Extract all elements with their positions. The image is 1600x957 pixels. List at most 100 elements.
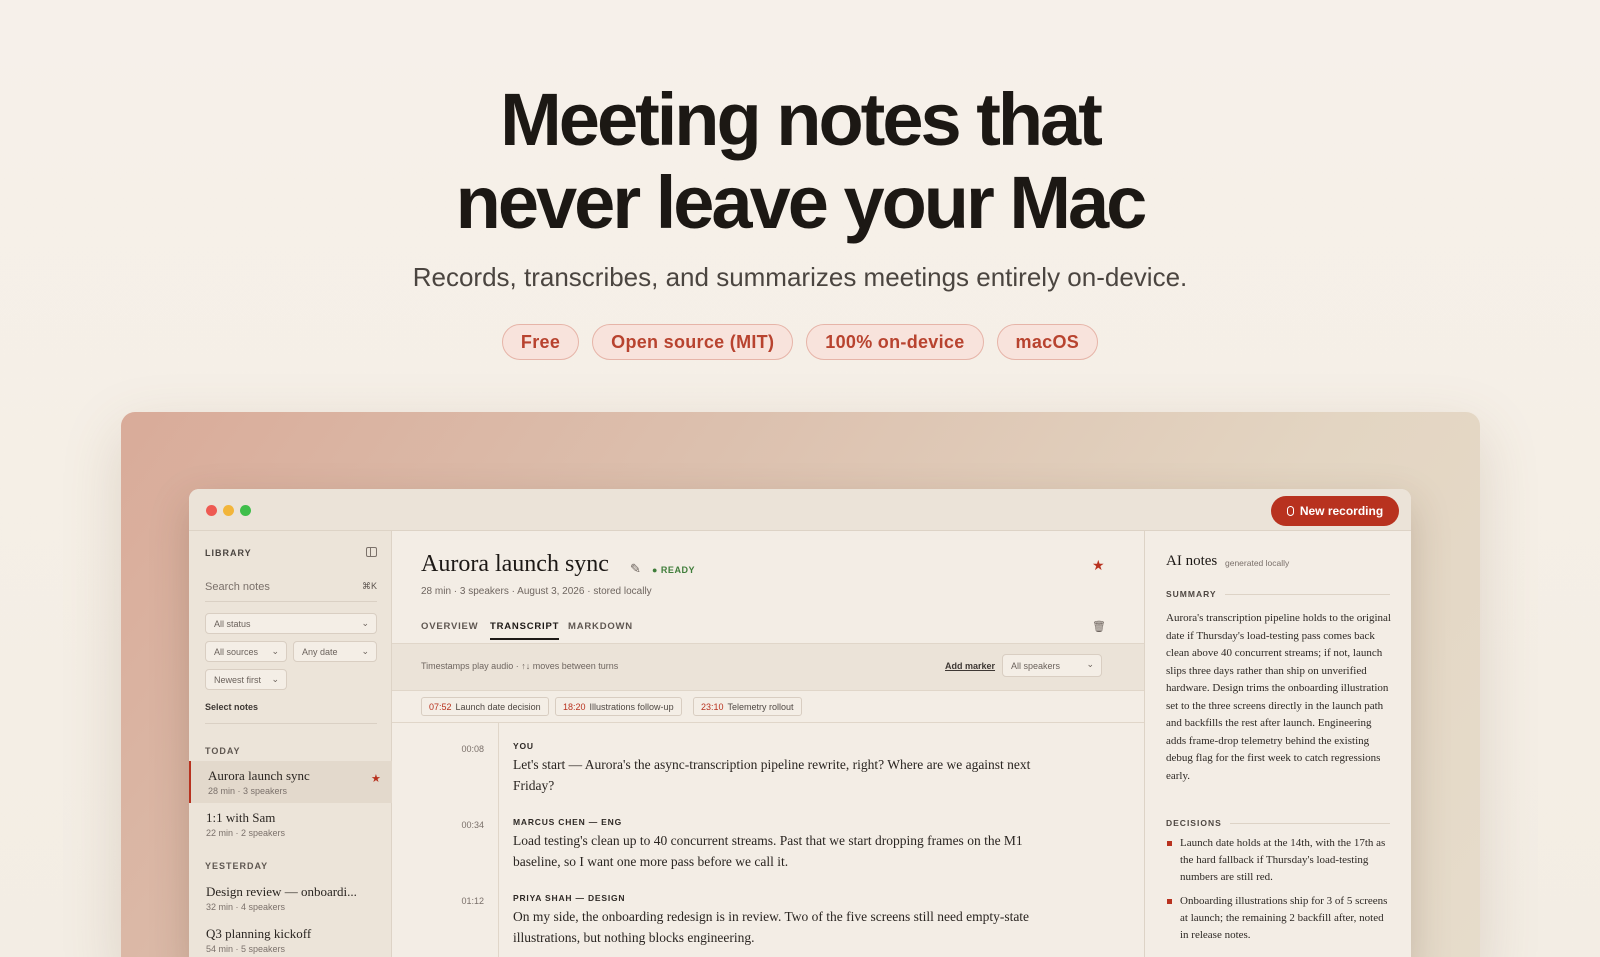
decision-item: Launch date holds at the 14th, with the … [1166,835,1392,886]
bullet-icon [1167,899,1172,904]
transcript-hint: Timestamps play audio · ↑↓ moves between… [421,661,619,671]
turn-timestamp[interactable]: 00:34 [432,820,484,830]
summary-label: SUMMARY [1166,589,1217,599]
speaker-filter-select[interactable]: All speakers ⌄ [1002,654,1102,677]
note-title-heading: Aurora launch sync [421,551,609,577]
marker-chip[interactable]: 07:52 Launch date decision [421,697,549,716]
minimize-window-button[interactable] [223,505,234,516]
ai-notes-subtitle: generated locally [1225,558,1290,568]
search-placeholder: Search notes [205,581,270,593]
marker-label: Telemetry rollout [727,701,794,712]
turn-speaker: PRIYA SHAH — DESIGN [513,893,626,903]
decisions-heading: DECISIONS [1166,818,1390,828]
library-label: LIBRARY [205,548,252,558]
star-icon[interactable]: ★ [1092,557,1105,574]
date-filter-select[interactable]: Any date ⌄ [293,641,377,662]
sidebar-divider [205,723,377,724]
sort-select[interactable]: Newest first ⌄ [205,669,287,690]
note-meta: 28 min · 3 speakers [208,786,288,796]
note-title: 1:1 with Sam [206,810,276,825]
note-meta: 54 min · 5 speakers [206,944,286,954]
pill-on-device: 100% on-device [806,324,984,360]
pencil-icon[interactable]: ✎ [630,561,641,577]
chevron-down-icon: ⌄ [361,618,369,628]
marker-label: Launch date decision [455,701,541,712]
close-window-button[interactable] [206,505,217,516]
tab-transcript[interactable]: TRANSCRIPT [490,621,560,640]
hero-subtitle: Records, transcribes, and summarizes mee… [412,262,1188,292]
marker-chip[interactable]: 23:10 Telemetry rollout [693,697,802,716]
summary-text: Aurora's transcription pipeline holds to… [1166,612,1391,782]
search-input[interactable]: Search notes ⌘K [205,581,377,597]
turn-text: On my side, the onboarding redesign is i… [513,909,1030,945]
note-meta: 22 min · 2 speakers [206,828,286,838]
bullet-icon [1167,841,1172,846]
marker-chip[interactable]: 18:20 Illustrations follow-up [555,697,682,716]
chevron-down-icon: ⌄ [271,646,279,656]
status-filter-select[interactable]: All status ⌄ [205,613,377,634]
pill-macos: macOS [996,324,1099,360]
toggle-sidebar-icon[interactable] [366,547,377,557]
title-bar: New recording [189,489,1411,531]
turn-text: Load testing's clean up to 40 concurrent… [513,833,1023,869]
add-marker-button[interactable]: Add marker [945,661,995,671]
status-filter-value: All status [214,618,251,629]
note-meta: 32 min · 4 speakers [206,902,286,912]
speaker-filter-value: All speakers [1011,660,1061,671]
hero-title-line-1: Meeting notes that [500,78,1103,161]
summary-heading: SUMMARY [1166,589,1390,599]
decisions-label: DECISIONS [1166,818,1222,828]
sources-filter-value: All sources [214,646,259,657]
note-list-item[interactable]: Design review — onboardi... 32 min · 4 s… [189,877,392,919]
turn-timestamp[interactable]: 00:08 [432,744,484,754]
group-label-yesterday: YESTERDAY [205,861,269,871]
star-icon[interactable]: ★ [371,772,381,785]
select-notes-button[interactable]: Select notes [205,702,258,712]
markers-bar: 07:52 Launch date decision 18:20 Illustr… [392,691,1144,723]
turn-speaker: MARCUS CHEN — ENG [513,817,622,827]
sources-filter-select[interactable]: All sources ⌄ [205,641,287,662]
ai-notes-title: AI notes [1166,553,1218,569]
section-rule [1229,822,1390,824]
hero-title: Meeting notes that never leave your Mac [0,78,1600,244]
zoom-window-button[interactable] [240,505,251,516]
microphone-icon [1286,506,1294,516]
note-meta-line: 28 min · 3 speakers · August 3, 2026 · s… [421,586,652,597]
note-detail: Aurora launch sync ✎ ● READY 28 min · 3 … [392,531,1144,957]
turn-timestamp[interactable]: 01:12 [432,896,484,906]
section-rule [1224,593,1390,595]
decision-text: Launch date holds at the 14th, with the … [1180,837,1386,883]
chevron-down-icon: ⌄ [271,674,279,684]
sidebar: LIBRARY Search notes ⌘K All status ⌄ All… [189,531,392,957]
tab-markdown[interactable]: MARKDOWN [568,621,633,632]
marker-time: 07:52 [429,701,452,712]
marker-time: 18:20 [563,701,586,712]
note-list-item[interactable]: Q3 planning kickoff 54 min · 5 speakers [189,919,392,957]
marker-label: Illustrations follow-up [589,701,674,712]
chevron-down-icon: ⌄ [1086,659,1094,669]
sidebar-divider [205,601,377,602]
note-list-item[interactable]: Aurora launch sync 28 min · 3 speakers ★ [189,761,392,803]
note-list-item[interactable]: 1:1 with Sam 22 min · 2 speakers [189,803,392,845]
status-badge: ● READY [652,565,695,575]
new-recording-label: New recording [1299,504,1384,518]
date-filter-value: Any date [302,646,338,657]
timestamp-gutter-divider [498,723,499,957]
trash-icon[interactable]: 🗑 [1092,620,1106,633]
app-window: New recording LIBRARY Search notes ⌘K Al… [189,489,1411,957]
turn-text: Let's start — Aurora's the async-transcr… [513,757,1031,793]
transcript-toolbar: Timestamps play audio · ↑↓ moves between… [392,643,1144,691]
chevron-down-icon: ⌄ [361,646,369,656]
hero-title-line-2: never leave your Mac [455,161,1148,244]
note-title: Design review — onboardi... [206,884,357,899]
note-title: Aurora launch sync [208,768,310,783]
group-label-today: TODAY [205,746,241,756]
decision-text: Onboarding illustrations ship for 3 of 5… [1180,895,1388,941]
pill-open-source: Open source (MIT) [592,324,794,360]
sort-value: Newest first [214,674,262,685]
ai-notes-panel: AI notes generated locally SUMMARY Auror… [1144,531,1411,957]
note-title: Q3 planning kickoff [206,926,312,941]
tab-overview[interactable]: OVERVIEW [421,621,478,632]
decision-item: Onboarding illustrations ship for 3 of 5… [1166,893,1392,944]
new-recording-button[interactable]: New recording [1271,496,1399,526]
